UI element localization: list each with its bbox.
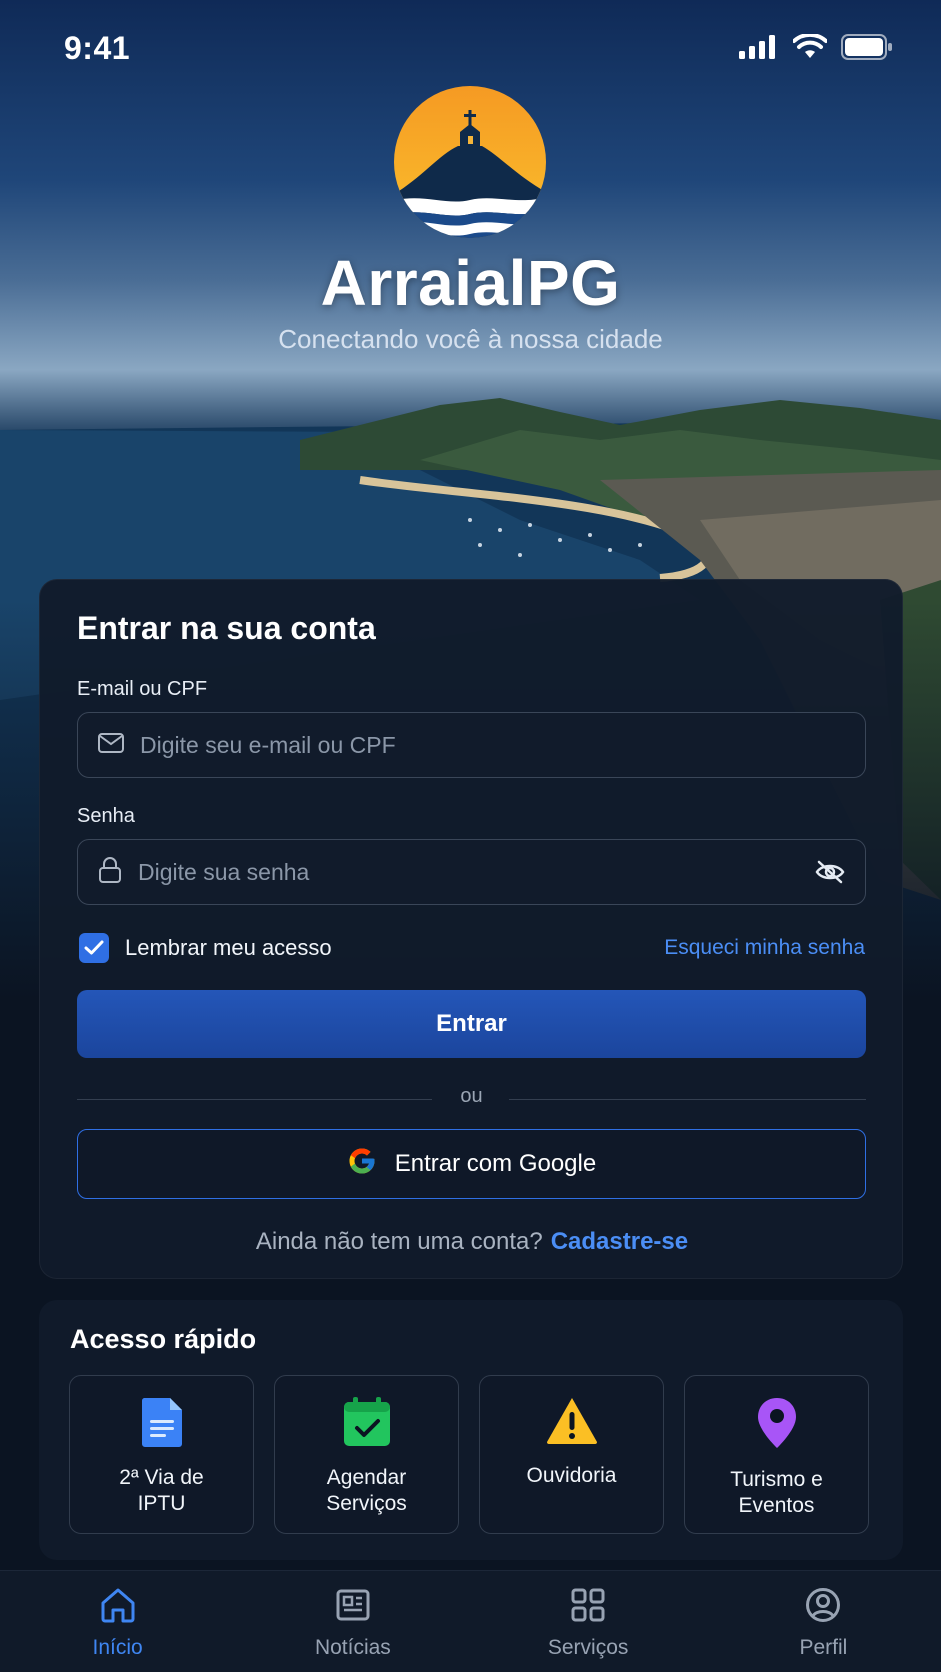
password-field[interactable]: [77, 839, 866, 905]
user-circle-icon: [804, 1587, 842, 1628]
tab-label: Serviços: [547, 1636, 629, 1659]
tile-label: Turismo e Eventos: [730, 1468, 823, 1517]
password-label: Senha: [77, 805, 135, 827]
mail-icon: [98, 732, 124, 758]
check-icon: [84, 940, 104, 955]
google-button-label: Entrar com Google: [394, 1150, 597, 1177]
tab-label: Início: [92, 1636, 143, 1659]
tab-servicos[interactable]: Serviços: [471, 1571, 706, 1672]
login-title: Entrar na sua conta: [77, 610, 376, 646]
tab-label: Perfil: [799, 1636, 848, 1659]
signup-row: Ainda não tem uma conta? Cadastre-se: [40, 1228, 904, 1256]
login-card: Entrar na sua conta E-mail ou CPF Senha: [39, 579, 903, 1279]
calendar-check-icon: [342, 1396, 392, 1453]
wifi-icon: [792, 32, 828, 65]
quick-access-iptu[interactable]: 2ª Via de IPTU: [69, 1375, 254, 1534]
google-login-button[interactable]: Entrar com Google: [77, 1129, 866, 1199]
tab-perfil[interactable]: Perfil: [706, 1571, 941, 1672]
or-divider: ou: [77, 1085, 866, 1115]
status-icons: [739, 32, 893, 65]
password-input[interactable]: [138, 858, 865, 886]
grid-icon: [569, 1587, 607, 1628]
quick-access-agendar[interactable]: Agendar Serviços: [274, 1375, 459, 1534]
email-field[interactable]: [77, 712, 866, 778]
bottom-tab-bar: Início Notícias Serviços Perfil: [0, 1570, 941, 1672]
eye-off-icon[interactable]: [815, 859, 845, 890]
quick-access-ouvidoria[interactable]: Ouvidoria: [479, 1375, 664, 1534]
tile-label: Agendar Serviços: [326, 1466, 407, 1515]
email-label: E-mail ou CPF: [77, 678, 208, 700]
status-time: 9:41: [64, 30, 131, 66]
tab-inicio[interactable]: Início: [0, 1571, 235, 1672]
login-button[interactable]: Entrar: [77, 990, 866, 1058]
forgot-password-link[interactable]: Esqueci minha senha: [664, 936, 865, 960]
or-label: ou: [460, 1085, 483, 1107]
lock-icon: [98, 856, 122, 889]
tile-label: Ouvidoria: [526, 1464, 617, 1487]
google-icon: [347, 1146, 377, 1183]
signup-link[interactable]: Cadastre-se: [551, 1228, 688, 1255]
tile-label: 2ª Via de IPTU: [119, 1466, 204, 1515]
remember-checkbox[interactable]: [79, 933, 109, 963]
document-icon: [140, 1396, 184, 1453]
app-name: ArraialPG: [320, 247, 621, 319]
remember-label: Lembrar meu acesso: [125, 935, 332, 960]
quick-access-tiles: 2ª Via de IPTU Agendar Serviços Ouvidori…: [69, 1375, 869, 1534]
tab-label: Notícias: [314, 1636, 391, 1659]
quick-access-title: Acesso rápido: [70, 1324, 257, 1354]
app-logo: [390, 84, 550, 244]
signup-prompt: Ainda não tem uma conta?: [255, 1228, 543, 1255]
remember-me[interactable]: Lembrar meu acesso: [79, 933, 332, 963]
email-input[interactable]: [140, 731, 865, 759]
map-pin-icon: [756, 1396, 798, 1455]
app-tagline: Conectando você à nossa cidade: [278, 324, 663, 354]
newspaper-icon: [334, 1587, 372, 1628]
battery-icon: [841, 34, 893, 65]
quick-access-card: Acesso rápido 2ª Via de IPTU Agendar Ser…: [39, 1300, 903, 1560]
home-icon: [99, 1587, 137, 1628]
tab-noticias[interactable]: Notícias: [235, 1571, 470, 1672]
quick-access-turismo[interactable]: Turismo e Eventos: [684, 1375, 869, 1534]
warning-icon: [545, 1396, 599, 1451]
signal-icon: [739, 35, 779, 64]
